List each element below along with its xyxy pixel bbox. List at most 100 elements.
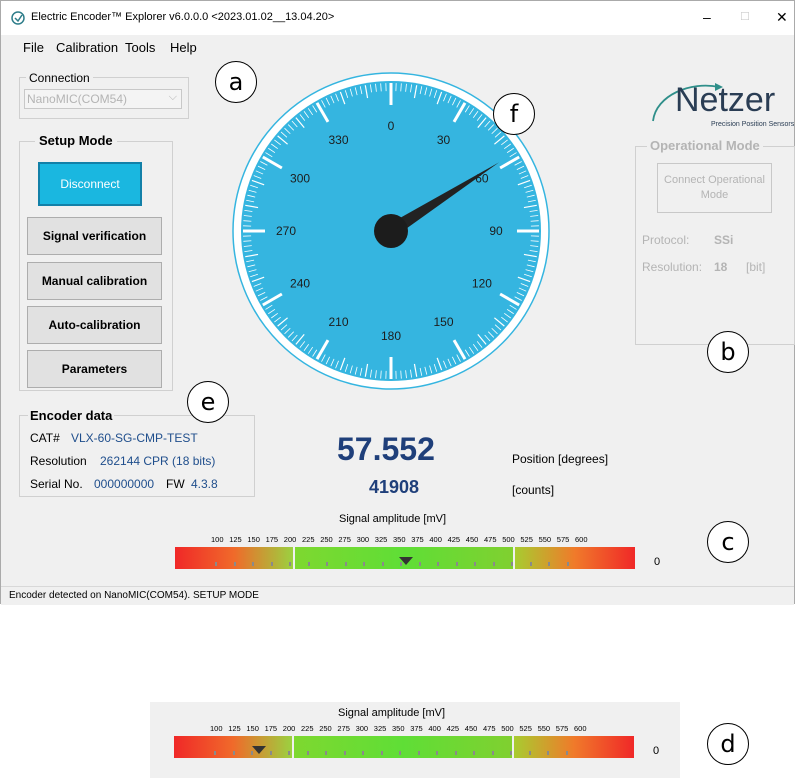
- callout-d: d: [707, 723, 749, 765]
- signal-scale-tick-200: 200: [282, 724, 296, 733]
- menu-file[interactable]: File: [23, 40, 44, 55]
- status-text: Encoder detected on NanoMIC(COM54). SETU…: [9, 590, 259, 601]
- signal-scale-tick-350: 350: [392, 724, 405, 733]
- netzer-logo: Netzer Precision Position Sensors: [641, 73, 794, 133]
- signal-bar-dot: [455, 562, 458, 566]
- connection-select[interactable]: NanoMIC(COM54) ⌵: [24, 89, 182, 109]
- signal-bar-segment: [514, 736, 634, 758]
- signal-scale-tick-325: 325: [374, 535, 388, 544]
- signal-value-lower: 0: [653, 745, 660, 757]
- signal-bar-dot: [565, 751, 568, 755]
- dial-label-30: 30: [437, 133, 451, 147]
- signal-verification-button[interactable]: Signal verification: [27, 217, 162, 255]
- signal-scale-tick-100: 100: [211, 535, 224, 544]
- callout-f: f: [493, 93, 535, 135]
- signal-amplitude-panel-lower: Signal amplitude [mV] 100 125 150 175 200 225…: [150, 702, 680, 778]
- minimize-button[interactable]: –: [703, 9, 711, 25]
- signal-bar-dot: [417, 751, 420, 755]
- cat-label: CAT#: [30, 431, 60, 445]
- signal-scale-tick-225: 225: [301, 724, 314, 733]
- close-button[interactable]: ✕: [776, 9, 788, 26]
- parameters-button[interactable]: Parameters: [27, 350, 162, 388]
- dial-tick: [243, 240, 252, 242]
- signal-scale-tick-375: 375: [410, 724, 423, 733]
- signal-bar-dot: [510, 751, 512, 755]
- signal-bar-dot: [399, 751, 401, 755]
- signal-bar-dot: [492, 562, 495, 566]
- signal-title: Signal amplitude [mV]: [339, 513, 446, 525]
- menu-calibration[interactable]: Calibration: [56, 40, 118, 55]
- fw-label: FW: [166, 477, 185, 491]
- dial-label-0: 0: [388, 119, 395, 133]
- signal-scale-tick-550: 550: [538, 535, 552, 544]
- signal-bar-dot: [437, 562, 439, 566]
- signal-scale-tick-300: 300: [356, 535, 370, 544]
- signal-bar-dot: [215, 562, 217, 566]
- signal-bar-dot: [270, 562, 273, 566]
- maximize-button[interactable]: □: [741, 8, 749, 23]
- signal-scale-tick-275: 275: [337, 724, 350, 733]
- signal-scale-tick-300: 300: [355, 724, 369, 733]
- signal-bar-dot: [418, 562, 421, 566]
- signal-bar-dot: [381, 562, 384, 566]
- menu-help[interactable]: Help: [170, 40, 197, 55]
- connect-operational-mode-button[interactable]: Connect Operational Mode: [657, 163, 772, 213]
- signal-bar-dot: [232, 751, 235, 755]
- signal-bar-dot: [326, 562, 328, 566]
- signal-bar-dot: [363, 562, 365, 566]
- position-degrees: 57.552: [337, 431, 435, 467]
- signal-scale-tick-150: 150: [247, 535, 260, 544]
- callout-c: c: [707, 521, 749, 563]
- signal-bar-dot: [511, 562, 513, 566]
- signal-bar-dot: [288, 751, 290, 755]
- signal-bar-dot: [380, 751, 383, 755]
- op-resolution-label: Resolution:: [642, 260, 703, 274]
- signal-bar-dot: [269, 751, 272, 755]
- signal-scale-tick-225: 225: [302, 535, 315, 544]
- dial-hub: [374, 214, 408, 248]
- connection-label: Connection: [26, 71, 93, 85]
- signal-bar-dot: [491, 751, 494, 755]
- signal-scale-tick-325: 325: [373, 724, 387, 733]
- signal-scale-tick-400: 400: [428, 724, 441, 733]
- position-counts-label: [counts]: [512, 483, 555, 497]
- signal-scale-tick-450: 450: [464, 724, 478, 733]
- signal-scale: 100 125 150 175 200 225 250 275 300 325 350 375 400 4…: [175, 535, 635, 545]
- manual-calibration-button[interactable]: Manual calibration: [27, 262, 162, 300]
- status-bar: Encoder detected on NanoMIC(COM54). SETU…: [1, 586, 794, 605]
- signal-scale-tick-175: 175: [264, 724, 278, 733]
- signal-scale-tick-575: 575: [555, 724, 569, 733]
- position-degrees-label: Position [degrees]: [512, 452, 609, 466]
- signal-scale-tick-175: 175: [265, 535, 279, 544]
- signal-scale-tick-475: 475: [484, 535, 497, 544]
- disconnect-button[interactable]: Disconnect: [38, 162, 142, 206]
- signal-value: 0: [654, 556, 661, 568]
- menu-tools[interactable]: Tools: [125, 40, 155, 55]
- signal-scale-tick-250: 250: [319, 724, 332, 733]
- callout-e: e: [187, 381, 229, 423]
- dial-tick: [530, 220, 539, 222]
- signal-scale-tick-375: 375: [411, 535, 424, 544]
- signal-scale-tick-400: 400: [429, 535, 442, 544]
- dial-label-270: 270: [276, 224, 296, 238]
- signal-scale-tick-250: 250: [320, 535, 333, 544]
- operational-mode-title: Operational Mode: [647, 138, 763, 153]
- signal-bar-dot: [233, 562, 236, 566]
- signal-scale-tick-200: 200: [283, 535, 297, 544]
- protocol-label: Protocol:: [642, 233, 690, 247]
- signal-bar-dot: [307, 562, 310, 566]
- signal-marker-lower-icon: [252, 746, 267, 754]
- auto-calibration-button[interactable]: Auto-calibration: [27, 306, 162, 344]
- app-window: Electric Encoder™ Explorer v6.0.0.0 <202…: [0, 0, 795, 605]
- serial-value: 000000000: [94, 477, 155, 491]
- signal-bar-dot: [566, 562, 569, 566]
- fw-value: 4.3.8: [191, 477, 218, 491]
- signal-bar-dot: [306, 751, 309, 755]
- signal-scale-tick-525: 525: [520, 535, 533, 544]
- dial-label-210: 210: [328, 315, 348, 329]
- signal-bar-dot: [547, 751, 549, 755]
- signal-scale-tick-500: 500: [502, 535, 515, 544]
- signal-scale-lower: 100 125 150 175 200 225 250 275 300 325 350 375 400 4…: [174, 724, 634, 734]
- signal-bar-dot: [343, 751, 346, 755]
- encoder-data-title: Encoder data: [28, 408, 115, 423]
